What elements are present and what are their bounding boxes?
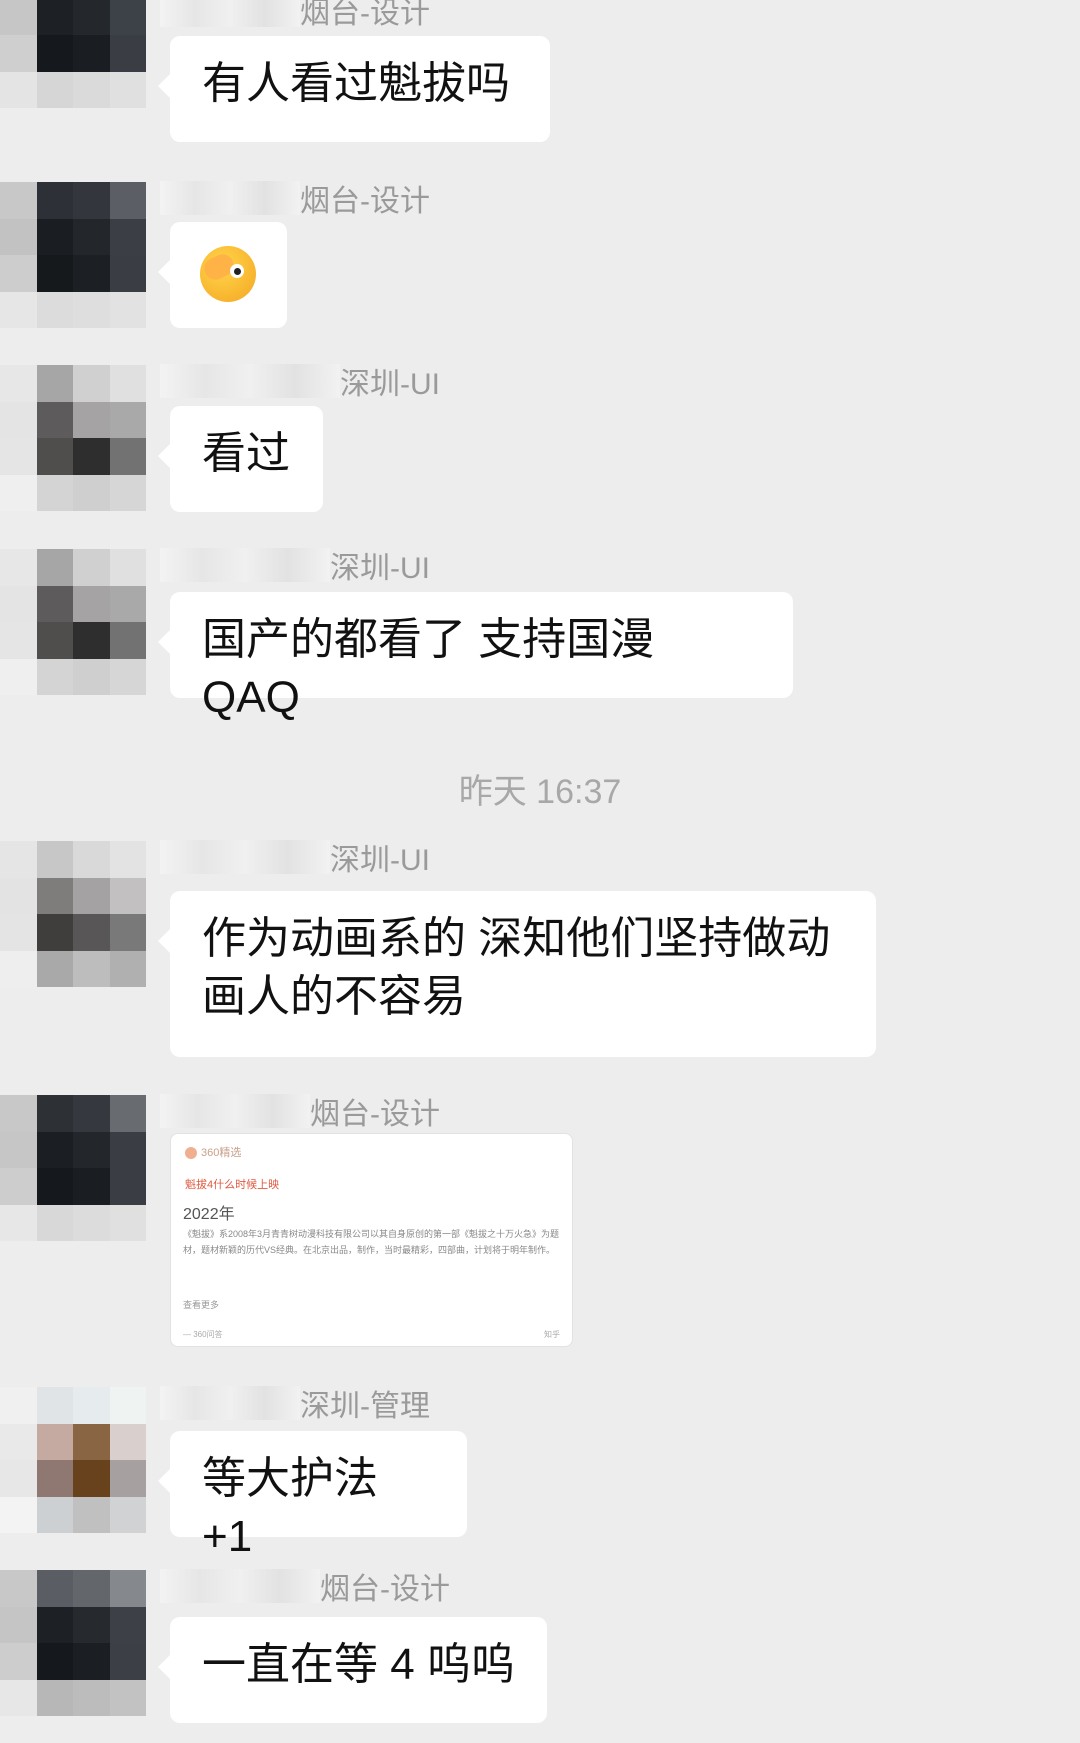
message-bubble[interactable]: 国产的都看了 支持国漫 QAQ xyxy=(158,592,793,722)
avatar[interactable] xyxy=(0,1570,146,1716)
sender-name: 烟台-设计 xyxy=(160,1091,440,1131)
card-footer-right: 知乎 xyxy=(544,1330,560,1339)
timestamp-divider: 昨天 16:37 xyxy=(458,773,622,811)
sender-name: 烟台-设计 xyxy=(160,1566,450,1606)
sender-name: 深圳-UI xyxy=(160,837,430,877)
message-bubble[interactable]: 一直在等 4 呜呜 xyxy=(158,1617,547,1723)
source-logo-icon xyxy=(185,1147,197,1160)
avatar[interactable] xyxy=(0,365,146,511)
avatar[interactable] xyxy=(0,841,146,987)
message-bubble[interactable]: 等大护法 +1 xyxy=(158,1431,467,1561)
covering-eye-face-emoji xyxy=(200,246,256,302)
avatar[interactable] xyxy=(0,549,146,695)
sender-name: 烟台-设计 xyxy=(160,178,430,218)
sender-name: 深圳-UI xyxy=(160,361,440,401)
card-headline: 魁拔4什么时候上映 xyxy=(185,1179,280,1191)
avatar[interactable] xyxy=(0,1095,146,1241)
card-body: 《魁拔》系2008年3月青青树动漫科技有限公司以其自身原创的第一部《魁拔之十万火… xyxy=(183,1229,560,1255)
sender-name: 深圳-管理 xyxy=(160,1383,430,1423)
card-source: 360精选 xyxy=(185,1144,241,1160)
message-bubble[interactable]: 看过 xyxy=(158,406,323,512)
avatar[interactable] xyxy=(0,1387,146,1533)
card-year: 2022年 xyxy=(183,1206,235,1223)
card-footer-left: — 360问答 xyxy=(183,1330,223,1339)
message-bubble[interactable] xyxy=(158,222,287,328)
sender-name: 深圳-UI xyxy=(160,545,430,585)
avatar[interactable] xyxy=(0,182,146,328)
card-more-link[interactable]: 查看更多 xyxy=(183,1298,219,1311)
sender-name: 烟台-设计 xyxy=(160,0,430,30)
message-bubble[interactable]: 有人看过魁拔吗 xyxy=(158,36,550,142)
link-card[interactable]: 360精选 魁拔4什么时候上映 2022年 《魁拔》系2008年3月青青树动漫科… xyxy=(170,1133,573,1347)
avatar[interactable] xyxy=(0,0,146,108)
message-bubble[interactable]: 作为动画系的 深知他们坚持做动画人的不容易 xyxy=(158,891,876,1057)
